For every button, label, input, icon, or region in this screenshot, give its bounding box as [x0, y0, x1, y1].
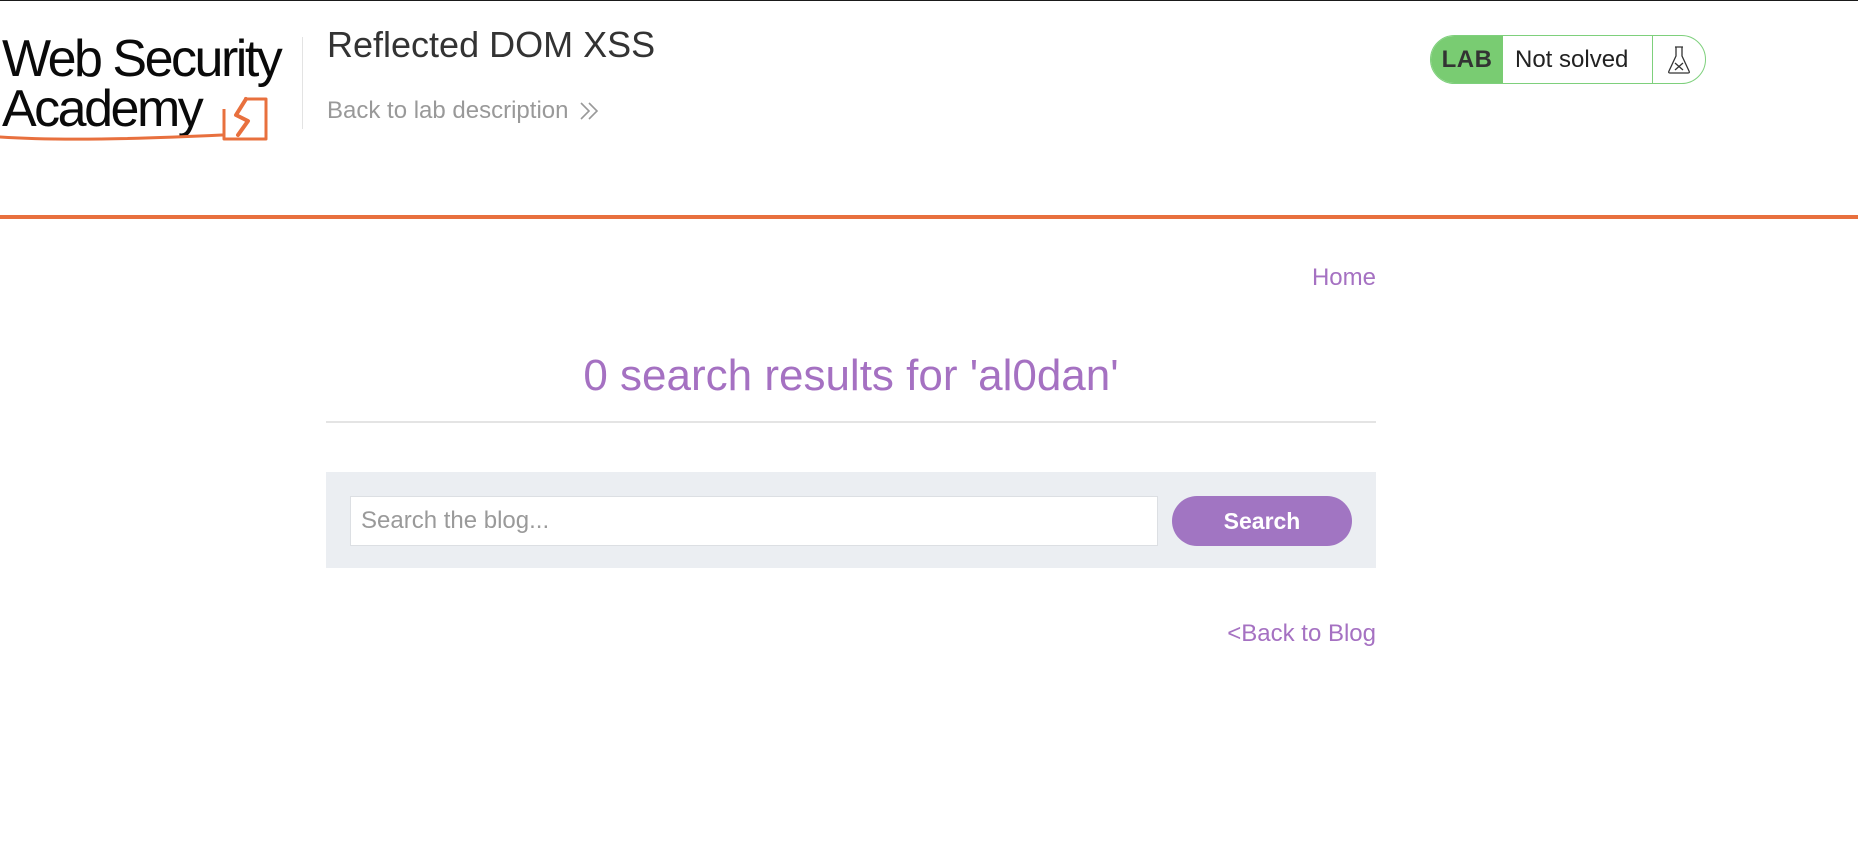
back-to-lab-description-label: Back to lab description [327, 97, 569, 124]
home-link[interactable]: Home [1312, 264, 1376, 292]
lab-status-text: Not solved [1503, 36, 1653, 83]
header-divider [302, 37, 303, 129]
lab-badge: LAB [1431, 36, 1503, 83]
search-button[interactable]: Search [1172, 496, 1352, 546]
header-accent-rule [0, 215, 1858, 219]
lightning-logo-icon [0, 97, 268, 141]
web-security-academy-logo[interactable]: Web Security Academy [0, 31, 300, 143]
lab-title: Reflected DOM XSS [327, 24, 656, 65]
search-results-heading: 0 search results for 'al0dan' [583, 351, 1119, 400]
logo-text-line1: Web Security [2, 30, 283, 88]
back-to-blog-link[interactable]: <Back to Blog [1227, 620, 1376, 648]
lab-header: Web Security Academy Reflected DOM XSS B… [0, 1, 1858, 216]
flask-icon-container [1653, 36, 1705, 83]
search-input[interactable] [350, 496, 1158, 546]
blog-search-panel: Search [326, 472, 1376, 568]
results-divider [326, 421, 1376, 423]
back-to-lab-description-link[interactable]: Back to lab description [327, 97, 602, 125]
double-chevron-right-icon [580, 102, 599, 120]
lab-status-widget: LAB Not solved [1430, 35, 1706, 84]
flask-icon [1668, 45, 1690, 74]
